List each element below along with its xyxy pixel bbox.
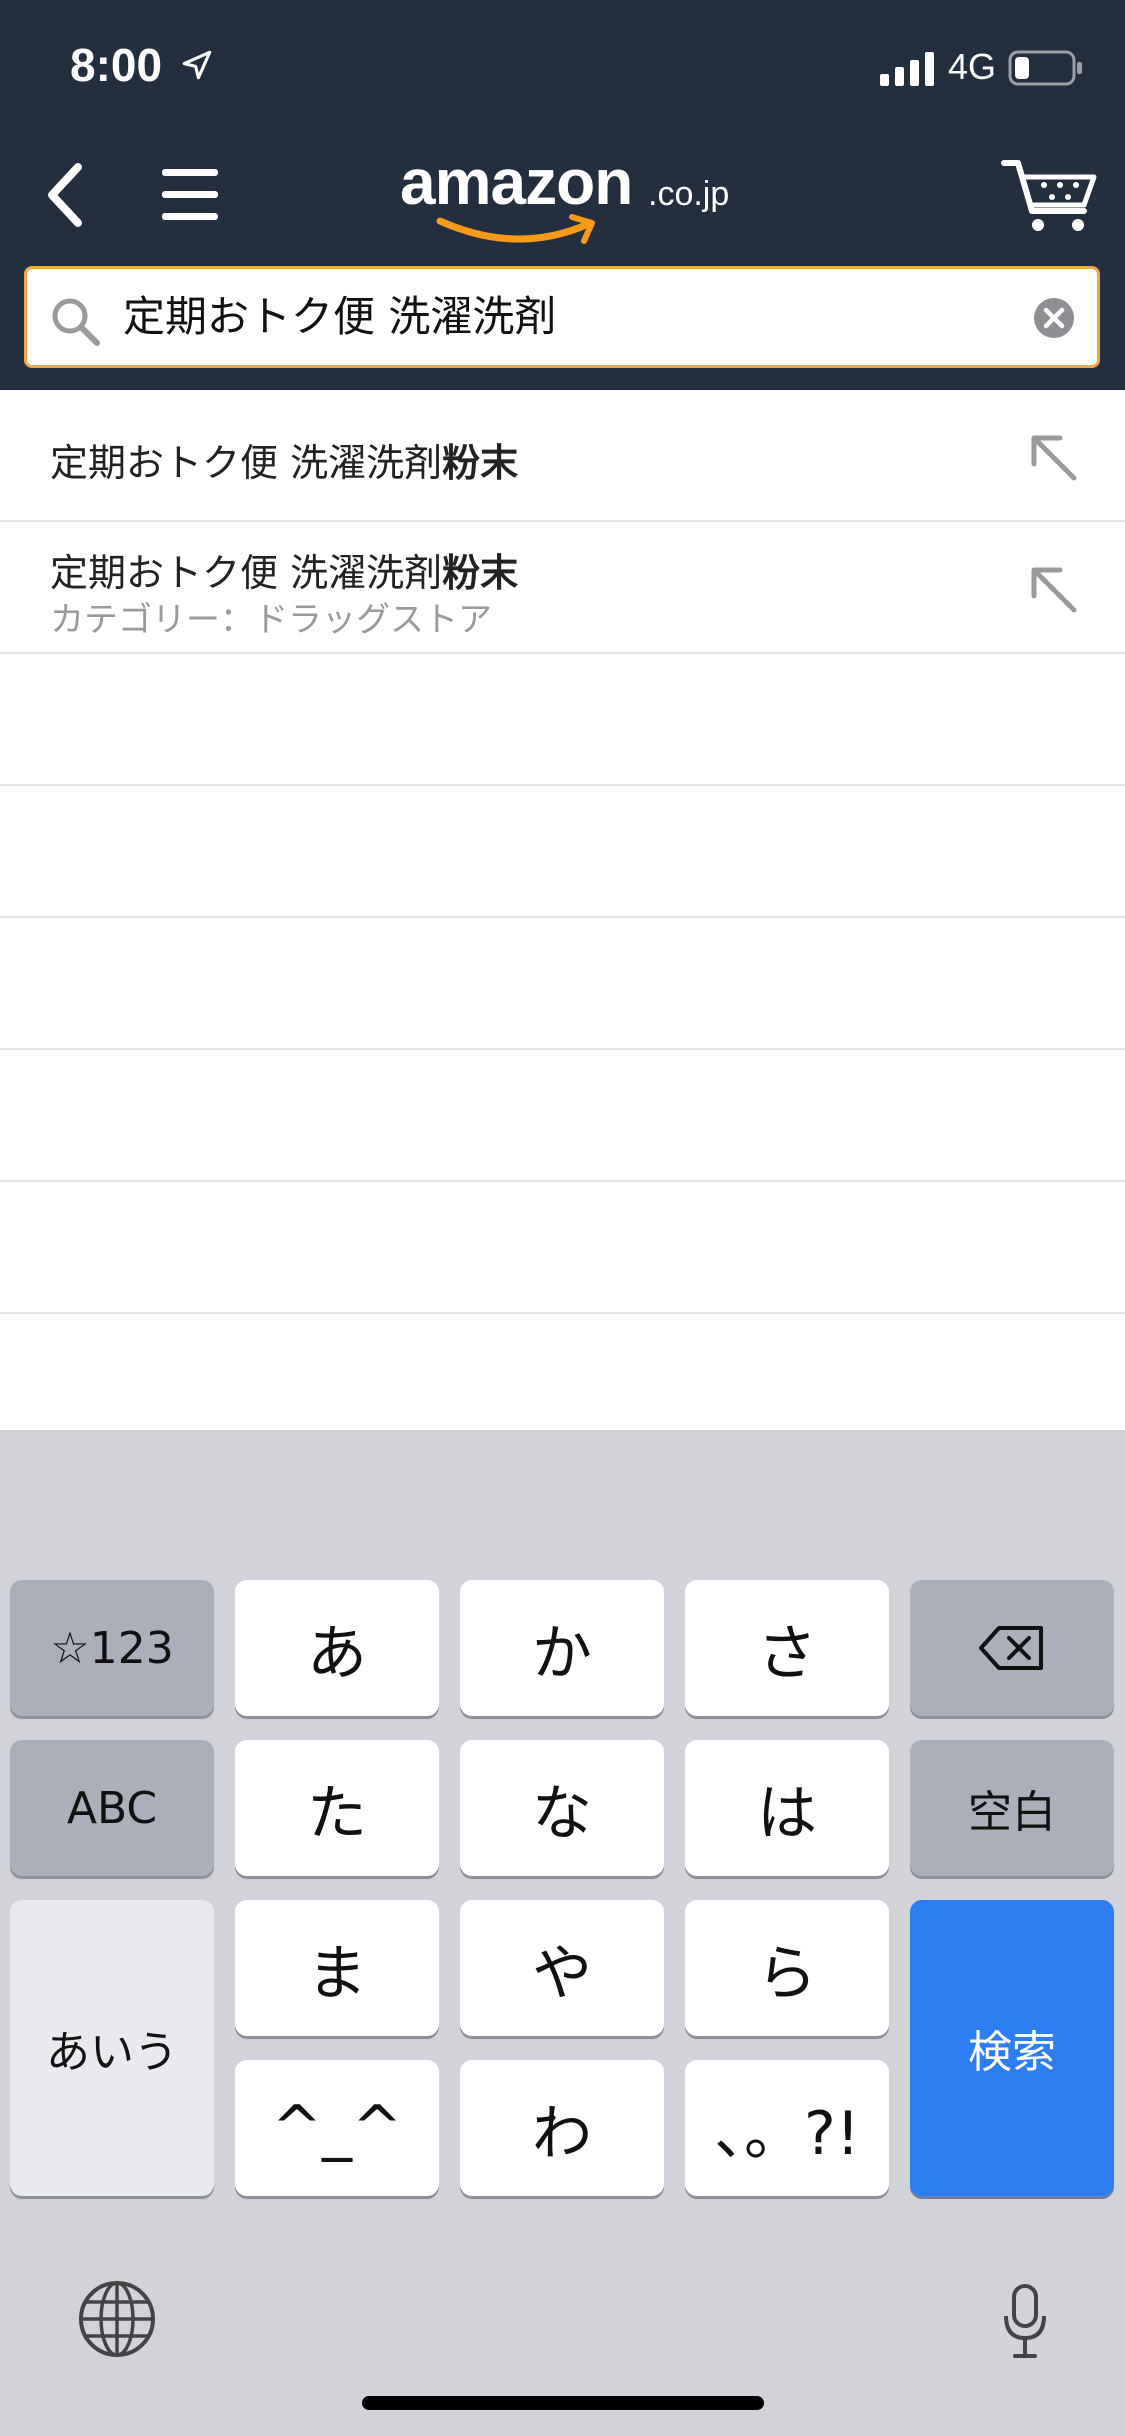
cart-icon[interactable] xyxy=(1000,155,1100,235)
microphone-icon[interactable] xyxy=(1000,2282,1050,2362)
signal-icon xyxy=(880,52,934,86)
empty-row xyxy=(0,1182,1125,1314)
nav-bar: amazon .co.jp xyxy=(0,135,1125,260)
key-wa[interactable]: わ xyxy=(460,2060,664,2196)
suggestion-item[interactable]: 定期おトク便 洗濯洗剤粉末 xyxy=(0,390,1125,522)
menu-icon[interactable] xyxy=(160,165,220,225)
app-header: 8:00 4G amazon .co.jp xyxy=(0,0,1125,390)
key-ha[interactable]: は xyxy=(685,1740,889,1876)
empty-row xyxy=(0,1050,1125,1182)
battery-icon xyxy=(1008,50,1082,86)
key-ya[interactable]: や xyxy=(460,1900,664,2036)
key-symbols[interactable]: ☆123 xyxy=(10,1580,214,1716)
search-icon xyxy=(52,298,100,346)
delete-icon xyxy=(979,1626,1043,1670)
network-type: 4G xyxy=(948,46,997,87)
home-indicator[interactable] xyxy=(362,2396,764,2410)
key-aiu[interactable]: あいう xyxy=(10,1900,214,2196)
key-ka[interactable]: か xyxy=(460,1580,664,1716)
suggestion-category: カテゴリー：ドラッグストア xyxy=(50,600,492,640)
key-sa[interactable]: さ xyxy=(685,1580,889,1716)
search-input[interactable] xyxy=(123,269,1003,365)
key-delete[interactable] xyxy=(910,1580,1114,1716)
key-ra[interactable]: ら xyxy=(685,1900,889,2036)
logo-smile-icon xyxy=(436,214,595,244)
fill-query-arrow-icon[interactable] xyxy=(1026,430,1080,484)
key-emoticon[interactable]: ^_^ xyxy=(235,2060,439,2196)
suggestion-item[interactable]: 定期おトク便 洗濯洗剤粉末 カテゴリー：ドラッグストア xyxy=(0,522,1125,654)
clear-icon[interactable] xyxy=(1033,297,1075,339)
status-bar: 8:00 4G xyxy=(0,0,1125,135)
key-a[interactable]: あ xyxy=(235,1580,439,1716)
key-space[interactable]: 空白 xyxy=(910,1740,1114,1876)
logo-wordmark: amazon xyxy=(400,146,633,218)
location-arrow-icon xyxy=(182,50,212,80)
key-search[interactable]: 検索 xyxy=(910,1900,1114,2196)
suggestion-text: 定期おトク便 洗濯洗剤粉末 xyxy=(50,551,519,595)
key-na[interactable]: な xyxy=(460,1740,664,1876)
empty-row xyxy=(0,654,1125,786)
amazon-logo[interactable]: amazon .co.jp xyxy=(400,145,740,255)
suggestion-text: 定期おトク便 洗濯洗剤粉末 xyxy=(50,441,519,485)
back-icon[interactable] xyxy=(36,155,96,235)
key-ta[interactable]: た xyxy=(235,1740,439,1876)
empty-row xyxy=(0,786,1125,918)
empty-row xyxy=(0,918,1125,1050)
fill-query-arrow-icon[interactable] xyxy=(1026,562,1080,616)
status-time: 8:00 xyxy=(70,39,163,91)
search-box[interactable] xyxy=(24,266,1100,368)
logo-suffix: .co.jp xyxy=(648,175,730,213)
key-punctuation[interactable]: 、。?! xyxy=(685,2060,889,2196)
key-ma[interactable]: ま xyxy=(235,1900,439,2036)
key-abc[interactable]: ABC xyxy=(10,1740,214,1876)
globe-icon[interactable] xyxy=(76,2278,158,2360)
suggestion-list: 定期おトク便 洗濯洗剤粉末 定期おトク便 洗濯洗剤粉末 カテゴリー：ドラッグスト… xyxy=(0,390,1125,1430)
keyboard: ☆123 あ か さ ABC た な は 空白 あいう ま や ら 検索 ^_^… xyxy=(0,1430,1125,2436)
